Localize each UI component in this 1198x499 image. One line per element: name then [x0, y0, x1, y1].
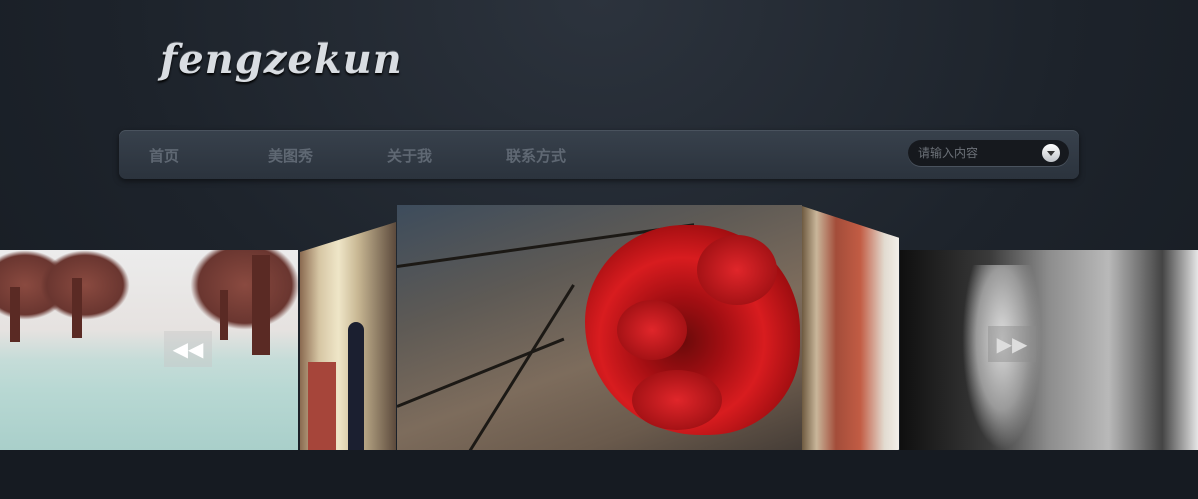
- brick-wall: [308, 362, 336, 452]
- standing-figure: [348, 322, 364, 462]
- carousel-next-button[interactable]: ▶▶: [988, 326, 1036, 362]
- carousel-slide-brick-street[interactable]: [802, 206, 899, 471]
- nav-item-about[interactable]: 关于我: [387, 145, 432, 166]
- search-input[interactable]: [918, 144, 1038, 162]
- search-box: [908, 140, 1069, 166]
- nav-item-gallery[interactable]: 美图秀: [268, 145, 313, 166]
- carousel-slide-red-rose[interactable]: [397, 205, 802, 475]
- carousel-slide-tunnel-dancer[interactable]: [900, 250, 1198, 450]
- tree-trunk: [220, 290, 228, 340]
- wood-plank-line: [397, 337, 565, 408]
- rose-petal: [697, 235, 777, 305]
- carousel-prev-button[interactable]: ◀◀: [164, 331, 212, 367]
- site-logo[interactable]: fengzekun: [160, 36, 403, 83]
- rewind-icon: ◀◀: [172, 337, 204, 361]
- wood-plank-line: [455, 284, 575, 473]
- page-footer-band: [0, 450, 1198, 499]
- tree-canopy: [40, 250, 130, 320]
- tree-trunk: [72, 278, 82, 338]
- carousel-slide-alley-figure[interactable]: [300, 222, 396, 472]
- search-dropdown-button[interactable]: [1042, 144, 1060, 162]
- nav-item-home[interactable]: 首页: [149, 145, 179, 166]
- carousel-slide-snowy-trees[interactable]: [0, 250, 298, 450]
- rose-petal: [632, 370, 722, 430]
- tree-trunk: [252, 255, 270, 355]
- rose-petal: [617, 300, 687, 360]
- tree-trunk: [10, 287, 20, 342]
- chevron-down-icon: [1047, 150, 1055, 156]
- main-nav: 首页 美图秀 关于我 联系方式: [119, 130, 1079, 179]
- nav-item-contact[interactable]: 联系方式: [506, 145, 566, 166]
- tree-canopy: [190, 250, 298, 330]
- fast-forward-icon: ▶▶: [996, 332, 1028, 356]
